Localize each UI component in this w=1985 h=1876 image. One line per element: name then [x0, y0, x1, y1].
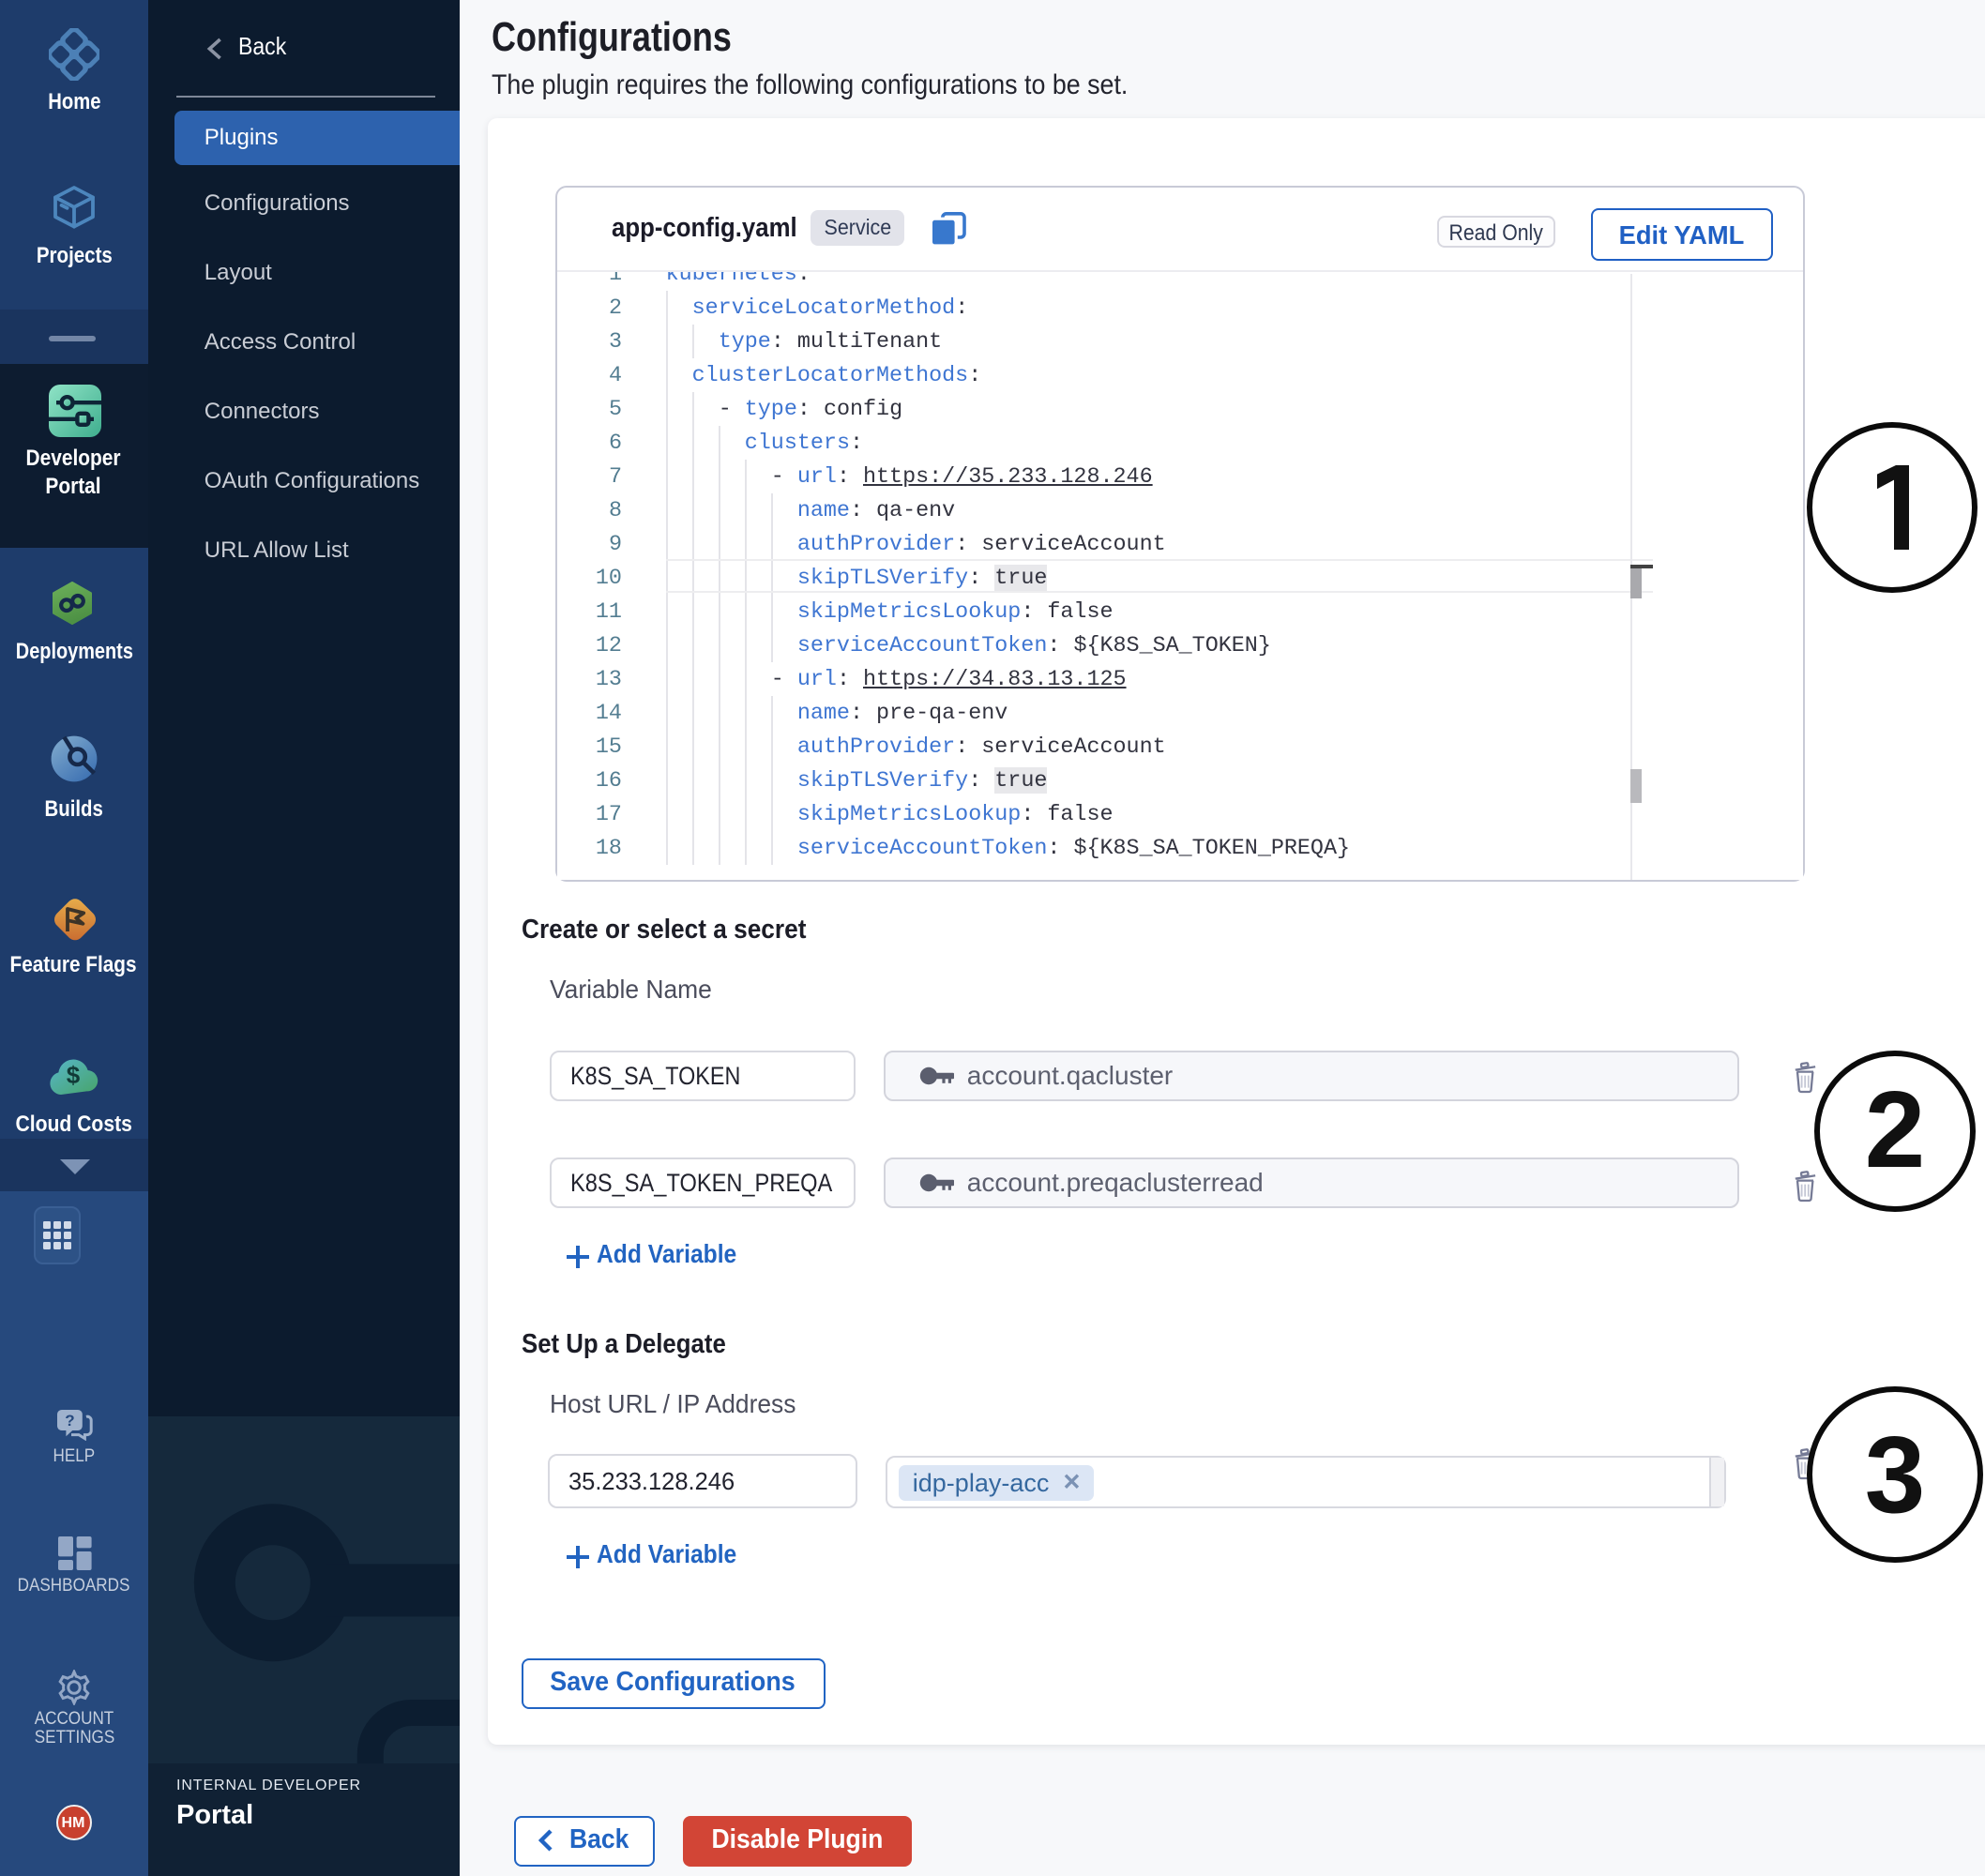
svg-text:?: ? — [64, 1411, 73, 1429]
svg-text:$: $ — [67, 1060, 81, 1088]
